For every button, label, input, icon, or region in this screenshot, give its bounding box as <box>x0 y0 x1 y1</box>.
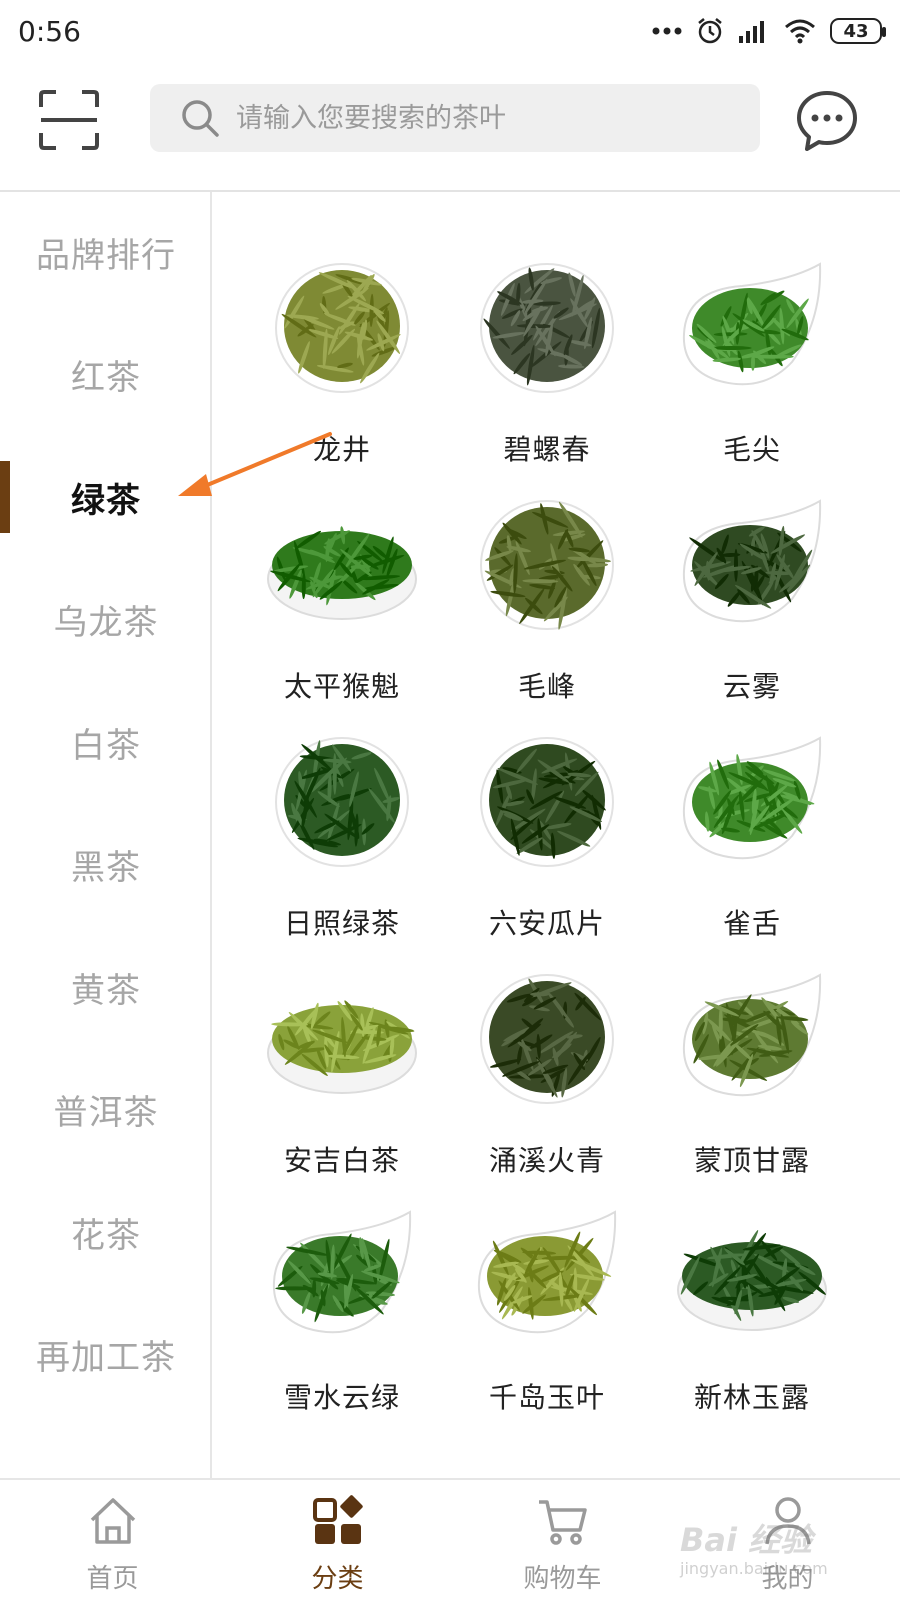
tea-image <box>480 263 614 393</box>
tea-item[interactable]: 千岛玉叶 <box>447 1198 647 1428</box>
battery-indicator: 43 <box>830 18 886 44</box>
home-icon <box>90 1498 136 1544</box>
sidebar-item[interactable]: 红茶 <box>0 335 212 415</box>
sidebar-item[interactable]: 乌龙茶 <box>0 580 212 660</box>
tea-name: 太平猴魁 <box>283 670 400 703</box>
tea-item[interactable]: 日照绿茶 <box>242 724 442 954</box>
tea-image <box>682 499 822 623</box>
status-time: 0:56 <box>18 14 81 48</box>
category-icon <box>313 1495 363 1544</box>
tea-name: 涌溪火青 <box>488 1144 605 1177</box>
tea-item[interactable]: 龙井 <box>242 250 442 480</box>
tea-image <box>480 500 614 630</box>
tea-item[interactable]: 蒙顶甘露 <box>652 961 852 1191</box>
nav-label: 首页 <box>86 1564 139 1594</box>
tea-name: 雀舌 <box>722 907 781 940</box>
tea-name: 新林玉露 <box>693 1381 810 1414</box>
tea-item[interactable]: 新林玉露 <box>652 1198 852 1428</box>
sidebar-item[interactable]: 普洱茶 <box>0 1070 212 1150</box>
nav-label: 购物车 <box>523 1564 602 1594</box>
tea-item[interactable]: 太平猴魁 <box>242 487 442 717</box>
tea-image <box>480 737 614 867</box>
tea-item[interactable]: 雀舌 <box>652 724 852 954</box>
tea-item[interactable]: 云雾 <box>652 487 852 717</box>
tea-item[interactable]: 毛峰 <box>447 487 647 717</box>
scan-icon[interactable] <box>38 89 100 151</box>
status-icons: 43 <box>652 17 886 45</box>
tea-image <box>682 973 822 1097</box>
sidebar-item[interactable]: 黑茶 <box>0 825 212 905</box>
category-sidebar: 品牌排行红茶绿茶乌龙茶白茶黑茶黄茶普洱茶花茶再加工茶 <box>0 192 212 1478</box>
header <box>0 62 900 190</box>
nav-item[interactable]: 购物车 <box>450 1480 675 1600</box>
nav-label: 分类 <box>311 1564 364 1594</box>
tea-image <box>477 1210 617 1334</box>
tea-image <box>682 262 822 386</box>
profile-icon <box>765 1497 811 1545</box>
search-input[interactable] <box>236 102 716 134</box>
tea-image <box>275 737 409 867</box>
tea-name: 毛尖 <box>722 433 781 466</box>
signal-icon <box>739 21 764 43</box>
tea-item[interactable]: 六安瓜片 <box>447 724 647 954</box>
tea-name: 安吉白茶 <box>283 1144 400 1177</box>
nav-item[interactable]: 首页 <box>0 1480 225 1600</box>
nav-item[interactable]: 分类 <box>225 1480 450 1600</box>
more-dots-icon <box>652 27 682 35</box>
sidebar-item[interactable]: 品牌排行 <box>0 212 212 292</box>
tea-name: 毛峰 <box>517 670 576 703</box>
search-icon <box>182 100 219 137</box>
tea-name: 蒙顶甘露 <box>693 1144 810 1177</box>
status-bar: 0:56 43 <box>0 0 900 62</box>
tea-item[interactable]: 涌溪火青 <box>447 961 647 1191</box>
sidebar-item[interactable]: 绿茶 <box>0 457 212 537</box>
sidebar-item[interactable]: 白茶 <box>0 702 212 782</box>
nav-label: 我的 <box>761 1564 814 1594</box>
tea-name: 千岛玉叶 <box>488 1381 605 1414</box>
tea-image <box>677 1230 827 1331</box>
tea-item[interactable]: 安吉白茶 <box>242 961 442 1191</box>
tea-image <box>682 736 822 860</box>
tea-name: 六安瓜片 <box>488 907 605 940</box>
cart-icon <box>539 1500 587 1545</box>
tea-name: 云雾 <box>722 670 781 703</box>
tea-image <box>272 1210 412 1334</box>
tea-name: 雪水云绿 <box>283 1381 400 1414</box>
tea-image <box>275 263 409 393</box>
search-bar[interactable] <box>150 84 760 152</box>
tea-image <box>267 1000 417 1094</box>
sidebar-item[interactable]: 再加工茶 <box>0 1315 212 1395</box>
wifi-icon <box>785 19 815 44</box>
tea-image <box>480 974 614 1104</box>
tea-item[interactable]: 雪水云绿 <box>242 1198 442 1428</box>
tea-name: 日照绿茶 <box>283 907 400 940</box>
sidebar-item[interactable]: 花茶 <box>0 1192 212 1272</box>
tea-item[interactable]: 碧螺春 <box>447 250 647 480</box>
active-indicator <box>0 461 10 533</box>
message-icon[interactable] <box>795 89 859 153</box>
tea-item[interactable]: 毛尖 <box>652 250 852 480</box>
tea-image <box>267 526 417 620</box>
tea-name: 碧螺春 <box>503 433 591 466</box>
nav-item[interactable]: 我的 <box>675 1480 900 1600</box>
sidebar-item[interactable]: 黄茶 <box>0 947 212 1027</box>
bottom-nav: 首页 分类 购物车 我的 <box>0 1478 900 1600</box>
alarm-icon <box>698 18 722 44</box>
tea-name: 龙井 <box>312 433 371 466</box>
